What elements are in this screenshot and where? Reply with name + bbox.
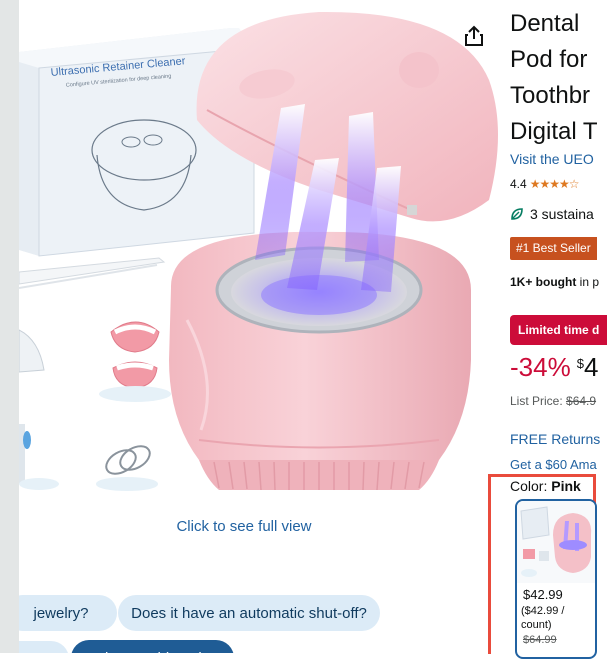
sustainability-text: 3 sustaina — [530, 206, 594, 222]
accessory-illustrations — [19, 321, 171, 491]
discount-percent: -34% — [510, 352, 571, 382]
rating-value: 4.4 — [510, 177, 527, 191]
swatch-list-price: $64.99 — [523, 634, 557, 646]
swatch-unit-price: ($42.99 / count) — [521, 605, 565, 631]
swatch-thumbnail — [517, 501, 595, 583]
product-image-gallery[interactable]: Ultrasonic Retainer Cleaner Configure UV… — [19, 0, 507, 653]
share-button[interactable] — [459, 20, 489, 52]
leaf-icon — [511, 208, 523, 220]
rating-row[interactable]: 4.4 ★★★★☆ — [510, 177, 580, 191]
limited-deal-badge: Limited time d — [510, 315, 608, 345]
store-link[interactable]: Visit the UEO — [510, 151, 594, 167]
tweezers-accessory — [19, 257, 166, 289]
color-swatch-pink[interactable]: $42.99 ($42.99 / count) $64.99 — [515, 499, 597, 659]
product-title: Dental Pod for Toothbr Digital T — [510, 10, 598, 145]
sustainability-features[interactable]: 3 sustaina — [510, 206, 594, 222]
price-whole: 4 — [583, 352, 599, 382]
price-row: -34% $ 4 — [510, 352, 598, 383]
currency-symbol: $ — [576, 356, 584, 371]
question-chip-jewelry[interactable]: jewelry? — [19, 595, 117, 631]
share-icon — [465, 25, 483, 46]
gift-card-offer-link[interactable]: Get a $60 Ama — [510, 457, 597, 472]
best-seller-badge[interactable]: #1 Best Seller — [510, 237, 597, 260]
question-chip-auto-shutoff[interactable]: Does it have an automatic shut-off? — [118, 595, 380, 631]
left-scroll-strip — [0, 0, 19, 653]
view-full-caption[interactable]: Click to see full view — [19, 518, 469, 535]
star-rating-icon: ★★★★☆ — [529, 177, 580, 191]
product-main-image[interactable]: Ultrasonic Retainer Cleaner Configure UV… — [19, 0, 507, 653]
free-returns-link[interactable]: FREE Returns — [510, 431, 600, 447]
cleaner-device — [169, 11, 498, 491]
bought-count: 1K+ bought in p — [510, 275, 600, 289]
ask-something-chip[interactable]: Ask something else — [71, 640, 234, 653]
list-price: List Price: $64.9 — [510, 394, 597, 408]
swatch-price: $42.99 — [523, 587, 563, 602]
